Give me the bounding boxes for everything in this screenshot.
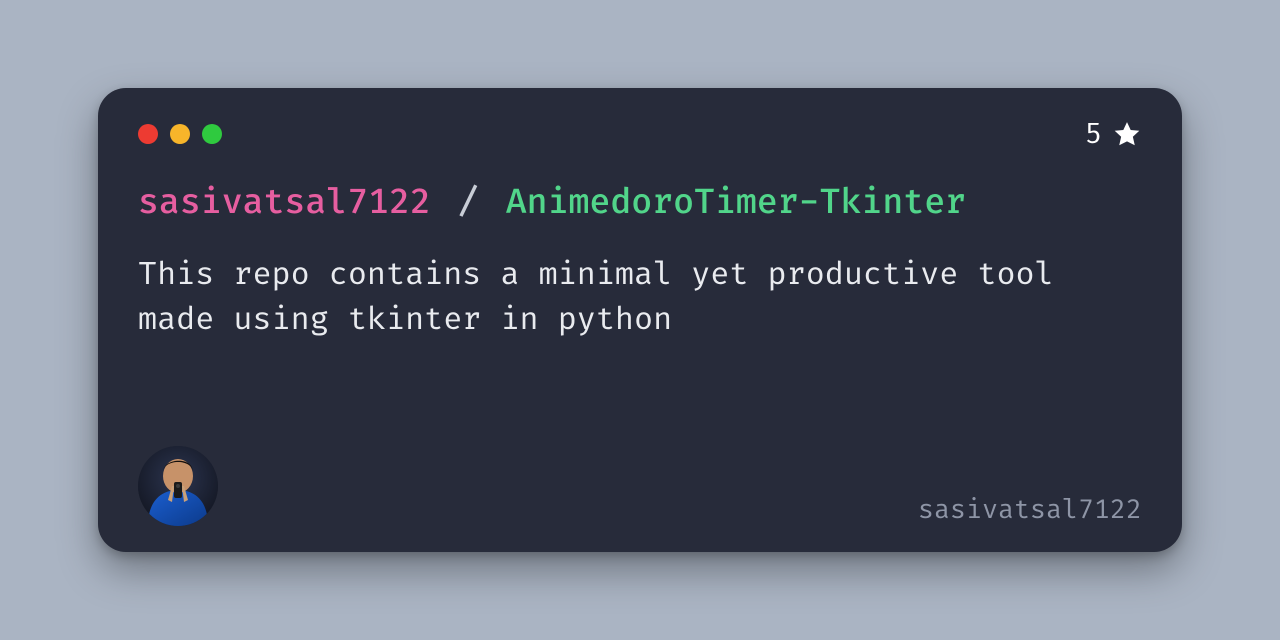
traffic-lights bbox=[138, 124, 222, 144]
repo-description: This repo contains a minimal yet product… bbox=[138, 253, 1058, 343]
card-footer: sasivatsal7122 bbox=[138, 446, 1142, 526]
close-icon[interactable] bbox=[138, 124, 158, 144]
maximize-icon[interactable] bbox=[202, 124, 222, 144]
title-separator: / bbox=[458, 183, 479, 224]
repo-title: sasivatsal7122 / AnimedoroTimer-Tkinter bbox=[138, 184, 1142, 225]
repo-card: 5 sasivatsal7122 / AnimedoroTimer-Tkinte… bbox=[98, 88, 1182, 552]
star-count: 5 bbox=[1085, 117, 1142, 152]
topbar: 5 bbox=[138, 120, 1142, 148]
minimize-icon[interactable] bbox=[170, 124, 190, 144]
star-icon bbox=[1112, 119, 1142, 149]
owner-handle[interactable]: sasivatsal7122 bbox=[918, 494, 1142, 526]
repo-owner[interactable]: sasivatsal7122 bbox=[138, 183, 431, 224]
star-count-value: 5 bbox=[1085, 117, 1102, 152]
repo-name[interactable]: AnimedoroTimer-Tkinter bbox=[506, 183, 966, 224]
avatar[interactable] bbox=[138, 446, 218, 526]
